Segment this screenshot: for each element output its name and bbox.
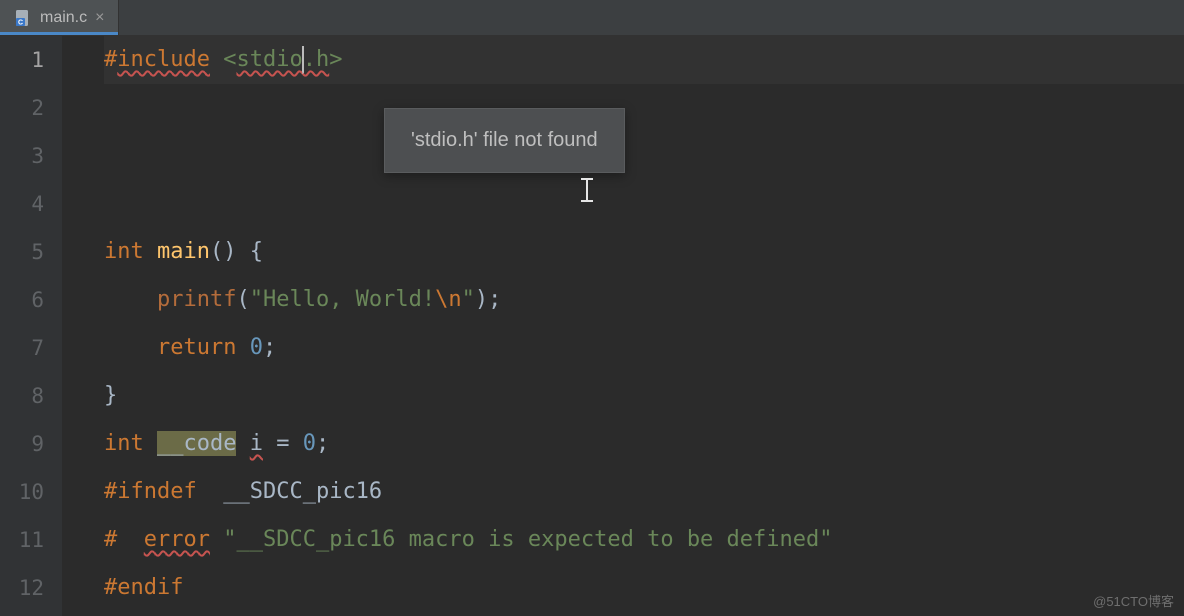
line-number[interactable]: 10 xyxy=(0,468,44,516)
line-number[interactable]: 2 xyxy=(0,84,44,132)
line-number[interactable]: 12 xyxy=(0,564,44,612)
code-line[interactable] xyxy=(104,132,1184,180)
line-number[interactable]: 3 xyxy=(0,132,44,180)
code-line[interactable]: #include <stdio.h> xyxy=(104,36,1184,84)
code-line[interactable]: # error "__SDCC_pic16 macro is expected … xyxy=(104,516,1184,564)
line-number[interactable]: 1 xyxy=(0,36,44,84)
code-line[interactable]: printf("Hello, World!\n"); xyxy=(104,276,1184,324)
close-icon[interactable]: × xyxy=(95,9,104,27)
svg-text:C: C xyxy=(18,19,23,26)
gutter: 1 2 3 4 5 6 7 8 9 10 11 12 xyxy=(0,36,62,616)
line-number[interactable]: 5 xyxy=(0,228,44,276)
code-line[interactable]: return 0; xyxy=(104,324,1184,372)
code-line[interactable]: #endif xyxy=(104,564,1184,612)
line-number[interactable]: 9 xyxy=(0,420,44,468)
line-number[interactable]: 11 xyxy=(0,516,44,564)
line-number[interactable]: 8 xyxy=(0,372,44,420)
tab-bar: C main.c × xyxy=(0,0,1184,36)
watermark: @51CTO博客 xyxy=(1093,591,1174,610)
error-tooltip: 'stdio.h' file not found xyxy=(384,108,625,173)
tab-main-c[interactable]: C main.c × xyxy=(0,0,119,35)
code-line[interactable]: #ifndef __SDCC_pic16 xyxy=(104,468,1184,516)
code-line[interactable]: } xyxy=(104,372,1184,420)
line-number[interactable]: 7 xyxy=(0,324,44,372)
code-line[interactable]: int __code i = 0; xyxy=(104,420,1184,468)
line-number[interactable]: 6 xyxy=(0,276,44,324)
tooltip-text: 'stdio.h' file not found xyxy=(411,129,598,151)
line-number[interactable]: 4 xyxy=(0,180,44,228)
code-line[interactable]: int main() { xyxy=(104,228,1184,276)
tab-filename: main.c xyxy=(40,9,87,27)
c-file-icon: C xyxy=(14,9,32,27)
code-line[interactable] xyxy=(104,84,1184,132)
code-line[interactable] xyxy=(104,180,1184,228)
